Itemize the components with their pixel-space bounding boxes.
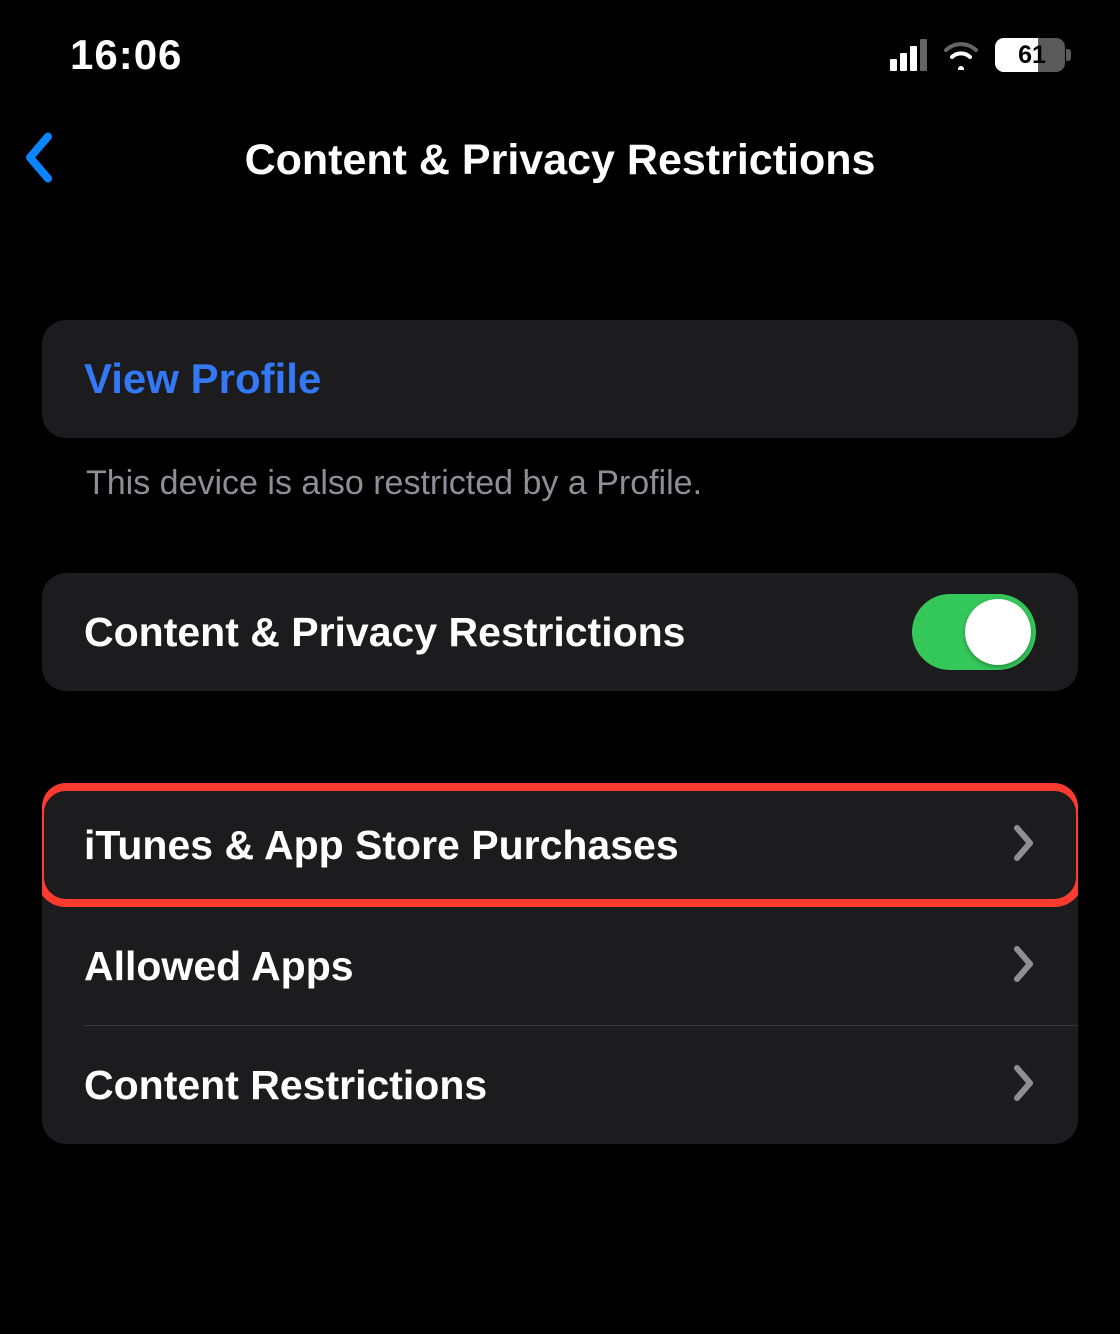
- toggle-group: Content & Privacy Restrictions: [42, 573, 1078, 691]
- cellular-signal-icon: [890, 39, 927, 71]
- back-button[interactable]: [22, 131, 58, 190]
- content-restrictions-row[interactable]: Content Restrictions: [42, 1026, 1078, 1144]
- highlight-itunes: iTunes & App Store Purchases: [42, 783, 1078, 907]
- allowed-apps-row[interactable]: Allowed Apps: [42, 907, 1078, 1025]
- chevron-left-icon: [22, 131, 58, 185]
- status-bar: 16:06 61: [0, 0, 1120, 100]
- items-group: iTunes & App Store Purchases Allowed App…: [42, 783, 1078, 1144]
- view-profile-label: View Profile: [84, 355, 321, 403]
- status-time: 16:06: [70, 31, 182, 79]
- page-title: Content & Privacy Restrictions: [20, 136, 1100, 185]
- restrictions-toggle[interactable]: [912, 594, 1036, 670]
- chevron-right-icon: [1012, 945, 1036, 988]
- chevron-right-icon: [1012, 1064, 1036, 1107]
- battery-percent: 61: [995, 41, 1065, 70]
- toggle-knob: [965, 599, 1031, 665]
- wifi-icon: [941, 40, 981, 70]
- restrictions-toggle-label: Content & Privacy Restrictions: [84, 609, 686, 656]
- content-restrictions-label: Content Restrictions: [84, 1062, 487, 1109]
- restrictions-toggle-row: Content & Privacy Restrictions: [42, 573, 1078, 691]
- navigation-bar: Content & Privacy Restrictions: [0, 100, 1120, 220]
- profile-group: View Profile: [42, 320, 1078, 438]
- profile-footer-text: This device is also restricted by a Prof…: [42, 438, 1078, 503]
- view-profile-row[interactable]: View Profile: [42, 320, 1078, 438]
- chevron-right-icon: [1012, 824, 1036, 867]
- itunes-purchases-label: iTunes & App Store Purchases: [84, 822, 679, 869]
- allowed-apps-label: Allowed Apps: [84, 943, 354, 990]
- itunes-purchases-row[interactable]: iTunes & App Store Purchases: [44, 791, 1076, 899]
- status-indicators: 61: [890, 38, 1065, 72]
- battery-indicator: 61: [995, 38, 1065, 72]
